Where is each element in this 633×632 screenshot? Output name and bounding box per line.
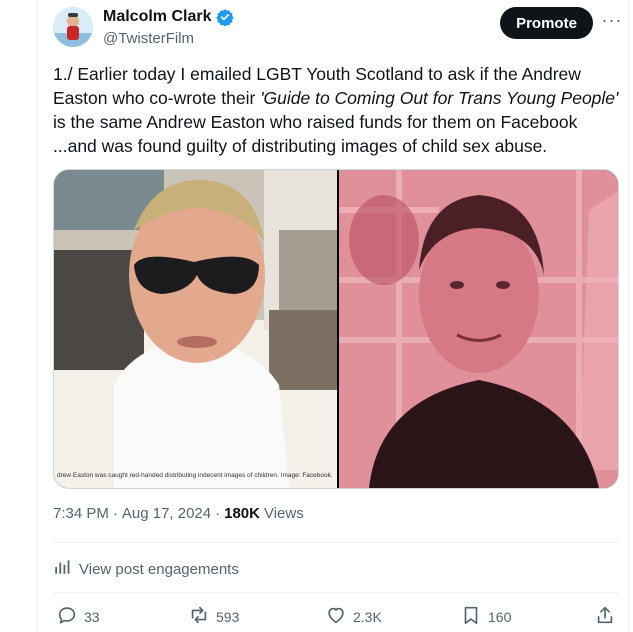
reply-button[interactable]: 33 bbox=[56, 604, 100, 629]
views-label: Views bbox=[263, 505, 304, 522]
tweet-meta: 7:34 PM · Aug 17, 2024 · 180K Views bbox=[53, 505, 304, 522]
tweet-text-line: 1./ Earlier today I emailed LGBT Youth S… bbox=[53, 64, 581, 84]
repost-button[interactable]: 593 bbox=[188, 604, 239, 629]
bookmark-count: 160 bbox=[488, 608, 512, 625]
author-handle[interactable]: @TwisterFilm bbox=[103, 30, 194, 47]
bookmark-button[interactable]: 160 bbox=[460, 604, 511, 629]
bookmark-icon bbox=[460, 604, 482, 629]
meta-separator: · bbox=[112, 505, 118, 522]
tweet-text-segment: Easton who co-wrote their bbox=[53, 88, 261, 108]
view-engagements-label: View post engagements bbox=[79, 560, 239, 578]
verified-badge-icon bbox=[216, 8, 235, 27]
reply-icon bbox=[56, 604, 78, 629]
tweet-date[interactable]: Aug 17, 2024 bbox=[122, 505, 211, 522]
share-button[interactable] bbox=[594, 604, 616, 629]
share-icon bbox=[594, 604, 616, 629]
meta-separator: · bbox=[215, 505, 221, 522]
tweet-text: 1./ Earlier today I emailed LGBT Youth S… bbox=[53, 62, 625, 158]
media-photo-left[interactable]: drew Easton was caught red-handed distri… bbox=[54, 170, 337, 488]
tweet-text-line: is the same Andrew Easton who raised fun… bbox=[53, 112, 578, 132]
views-count: 180K bbox=[224, 505, 260, 522]
analytics-icon bbox=[53, 558, 71, 580]
author-display-name[interactable]: Malcolm Clark bbox=[103, 8, 211, 26]
repost-icon bbox=[188, 604, 210, 629]
divider bbox=[53, 592, 619, 593]
column-border-right bbox=[628, 0, 629, 632]
tweet-media[interactable]: drew Easton was caught red-handed distri… bbox=[53, 169, 619, 489]
media-photo-right[interactable] bbox=[339, 170, 618, 488]
divider bbox=[53, 542, 619, 543]
tweet-text-italic-title: 'Guide to Coming Out for Trans Young Peo… bbox=[260, 88, 619, 108]
tweet-time[interactable]: 7:34 PM bbox=[53, 505, 109, 522]
view-engagements-link[interactable]: View post engagements bbox=[53, 558, 239, 580]
tweet-text-line: Easton who co-wrote their 'Guide to Comi… bbox=[53, 86, 625, 110]
author-name-row: Malcolm Clark bbox=[103, 8, 235, 27]
tweet-container: Malcolm Clark @TwisterFilm Promote ··· 1… bbox=[0, 0, 633, 632]
heart-icon bbox=[325, 604, 347, 629]
tweet-text-line: ...and was found guilty of distributing … bbox=[53, 136, 548, 156]
like-button[interactable]: 2.3K bbox=[325, 604, 382, 629]
repost-count: 593 bbox=[216, 608, 240, 625]
more-options-icon[interactable]: ··· bbox=[600, 8, 624, 32]
promote-button[interactable]: Promote bbox=[500, 7, 593, 39]
like-count: 2.3K bbox=[353, 608, 382, 625]
avatar[interactable] bbox=[53, 7, 93, 47]
reply-count: 33 bbox=[84, 608, 100, 625]
column-border-left bbox=[37, 0, 38, 632]
media-caption: drew Easton was caught red-handed distri… bbox=[57, 472, 333, 479]
